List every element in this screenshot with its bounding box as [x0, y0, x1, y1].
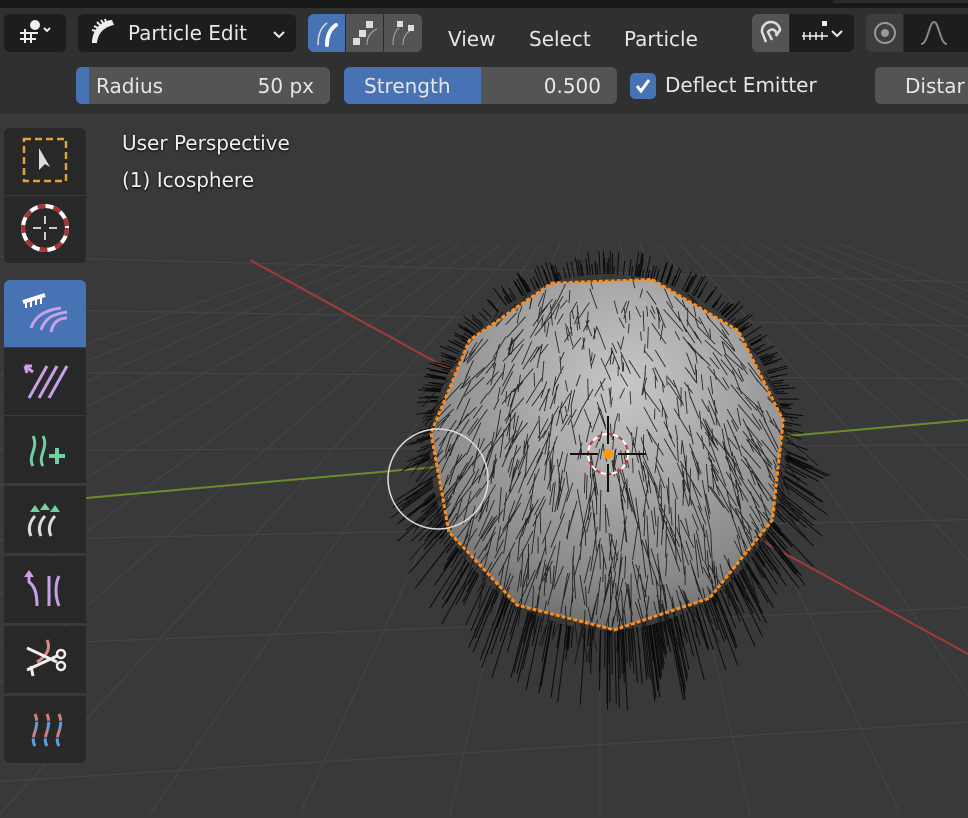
- magnet-icon[interactable]: [752, 14, 790, 52]
- editor-type-button[interactable]: [4, 14, 66, 52]
- object-origin: [603, 449, 613, 459]
- menu-particle[interactable]: Particle: [624, 27, 698, 51]
- distance-label: Distar: [905, 74, 965, 98]
- snap-target-dropdown[interactable]: [790, 14, 854, 52]
- tool-cut[interactable]: [4, 626, 86, 694]
- falloff-curve-icon[interactable]: [904, 14, 964, 52]
- tool-comb[interactable]: [4, 280, 86, 348]
- strength-value: 0.500: [543, 74, 601, 98]
- chevron-down-icon: [272, 21, 286, 45]
- proportional-group: [866, 14, 968, 52]
- radius-fill: [76, 67, 89, 104]
- 3d-viewport[interactable]: User Perspective (1) Icosphere: [0, 114, 968, 815]
- select-box-icon: [20, 135, 70, 189]
- increment-icon: [800, 19, 830, 47]
- comb-icon: [88, 17, 116, 50]
- strength-label: Strength: [364, 74, 451, 98]
- grid-line: [799, 243, 968, 319]
- deflect-emitter-label: Deflect Emitter: [665, 73, 817, 97]
- tool-settings-bar: Radius 50 px Strength 0.500 Deflect Emit…: [0, 58, 968, 114]
- scene-canvas: [0, 243, 968, 815]
- top-bar: [0, 0, 968, 8]
- radius-slider[interactable]: Radius 50 px: [76, 67, 330, 104]
- tool-weight[interactable]: [4, 696, 86, 764]
- select-point-button[interactable]: [346, 14, 384, 52]
- grid-line: [0, 721, 968, 783]
- proportional-icon[interactable]: [866, 14, 904, 52]
- grid-line: [819, 243, 968, 304]
- deflect-emitter-checkbox[interactable]: [630, 73, 656, 99]
- menu-select[interactable]: Select: [529, 27, 591, 51]
- view-name: User Perspective: [122, 131, 290, 155]
- comb-icon: [19, 290, 71, 338]
- object-name: (1) Icosphere: [122, 168, 255, 192]
- tool-smooth[interactable]: [4, 348, 86, 416]
- cut-icon: [19, 636, 71, 684]
- tool-add[interactable]: [4, 416, 86, 484]
- tool-length[interactable]: [4, 486, 86, 554]
- radius-label: Radius: [96, 74, 164, 98]
- weight-icon: [19, 706, 71, 754]
- mode-dropdown[interactable]: Particle Edit: [78, 14, 296, 52]
- snapping-group: [752, 14, 854, 52]
- object-mode-icon: [18, 18, 52, 49]
- length-icon: [19, 496, 71, 544]
- chevron-down-icon: [830, 24, 844, 43]
- strength-slider[interactable]: Strength 0.500: [344, 67, 617, 104]
- cursor-icon: [19, 202, 71, 258]
- select-path-button[interactable]: [308, 14, 346, 52]
- tool-select-box[interactable]: [4, 128, 86, 196]
- add-hair-icon: [19, 426, 71, 474]
- menu-view[interactable]: View: [448, 27, 495, 51]
- smooth-icon: [19, 358, 71, 406]
- mode-label: Particle Edit: [128, 21, 247, 45]
- distance-button[interactable]: Distar: [875, 67, 968, 104]
- select-tip-button[interactable]: [384, 14, 422, 52]
- select-mode-group: [308, 14, 422, 52]
- tool-puff[interactable]: [4, 556, 86, 624]
- viewport-header: Particle Edit View Select Particle: [0, 8, 968, 58]
- tool-cursor[interactable]: [4, 196, 86, 264]
- workspace-tab[interactable]: [833, 0, 968, 3]
- puff-icon: [19, 566, 71, 614]
- grid-line: [0, 255, 968, 283]
- checkmark-icon: [635, 79, 651, 94]
- radius-value: 50 px: [257, 74, 314, 98]
